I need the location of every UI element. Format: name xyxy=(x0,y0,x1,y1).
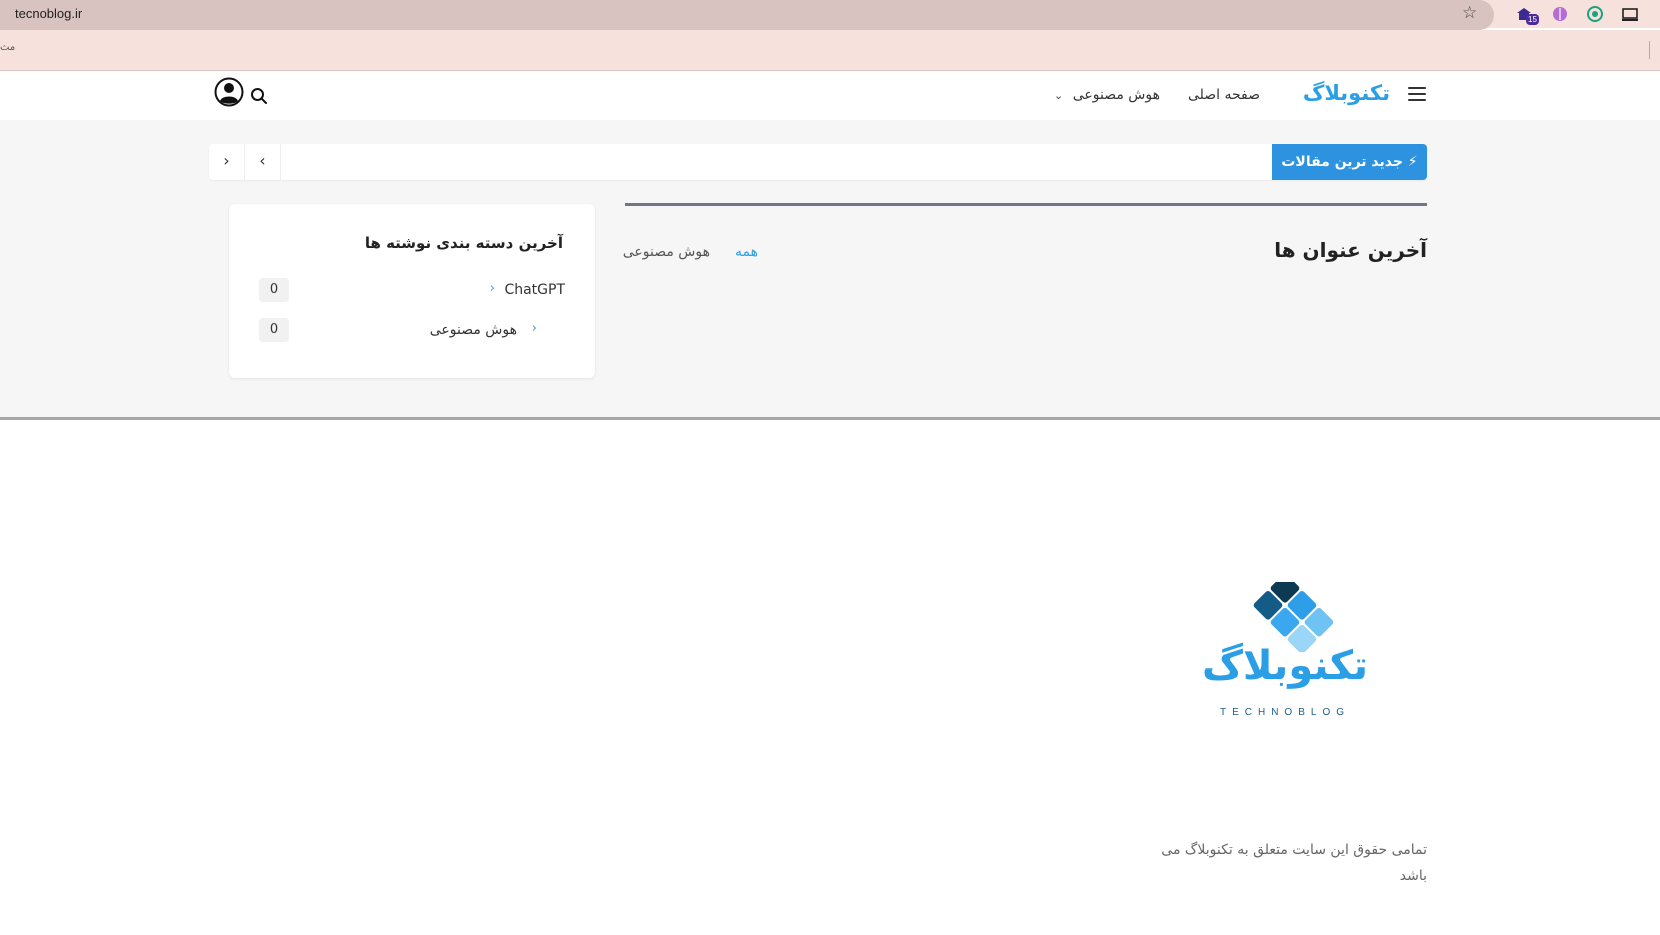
category-item[interactable]: ChatGPT › 0 xyxy=(259,278,565,304)
search-icon[interactable] xyxy=(250,87,268,105)
ticker-label: جدید ترین مقالات ⚡ xyxy=(1272,144,1427,180)
bookmark-item[interactable]: مث xyxy=(0,42,15,53)
extension-icon[interactable]: 15 xyxy=(1515,5,1539,25)
user-account-icon[interactable] xyxy=(214,77,244,107)
chevron-right-icon[interactable]: › xyxy=(209,144,245,180)
filter-tab-all[interactable]: همه xyxy=(710,244,758,260)
category-label[interactable]: ChatGPT xyxy=(504,282,565,298)
category-count: 0 xyxy=(259,278,289,302)
nav-home-link[interactable]: صفحه اصلی xyxy=(1160,87,1260,103)
categories-widget: آخرین دسته بندی نوشته ها ChatGPT › 0 هوش… xyxy=(229,204,595,378)
address-bar[interactable]: tecnoblog.ir ☆ xyxy=(0,0,1494,30)
menu-icon[interactable] xyxy=(1408,87,1426,101)
latest-posts-title: آخرین عنوان ها xyxy=(1274,238,1427,262)
categories-title: آخرین دسته بندی نوشته ها xyxy=(364,234,563,252)
browser-toolbar: tecnoblog.ir ☆ 15 xyxy=(0,0,1660,30)
footer-copyright: تمامی حقوق این سایت متعلق به تکنوبلاگ می… xyxy=(1161,842,1427,884)
site-brand[interactable]: تکنوبلاگ xyxy=(1300,81,1390,105)
extension-badge: 15 xyxy=(1526,14,1539,25)
chatgpt-extension-icon[interactable] xyxy=(1586,5,1604,23)
chevron-down-icon[interactable]: ⌄ xyxy=(1054,89,1063,102)
bookmarks-bar: مث xyxy=(0,30,1660,71)
bookmark-divider xyxy=(1649,41,1650,59)
brain-extension-icon[interactable] xyxy=(1551,5,1569,23)
chevron-left-icon[interactable]: ‹ xyxy=(245,144,281,180)
section-divider xyxy=(625,203,1427,206)
bookmark-star-icon[interactable]: ☆ xyxy=(1462,3,1477,23)
address-url[interactable]: tecnoblog.ir xyxy=(15,6,82,21)
filter-tab-ai[interactable]: هوش مصنوعی xyxy=(610,244,710,260)
cast-icon[interactable] xyxy=(1621,5,1639,23)
site-header: تکنوبلاگ صفحه اصلی هوش مصنوعی ⌄ xyxy=(0,71,1660,120)
news-ticker: › ‹ جدید ترین مقالات ⚡ xyxy=(209,144,1427,180)
category-label[interactable]: هوش مصنوعی xyxy=(430,322,517,338)
main-content: › ‹ جدید ترین مقالات ⚡ آخرین عنوان ها هم… xyxy=(0,120,1660,420)
footer-logo-subtitle: TECHNOBLOG xyxy=(1219,707,1350,718)
category-count: 0 xyxy=(259,318,289,342)
chevron-icon: › xyxy=(531,321,537,336)
category-item[interactable]: هوش مصنوعی › 0 xyxy=(259,318,565,344)
chevron-icon: › xyxy=(489,281,495,296)
footer-logo-wordmark: تکنوبلاگ xyxy=(1201,643,1369,689)
